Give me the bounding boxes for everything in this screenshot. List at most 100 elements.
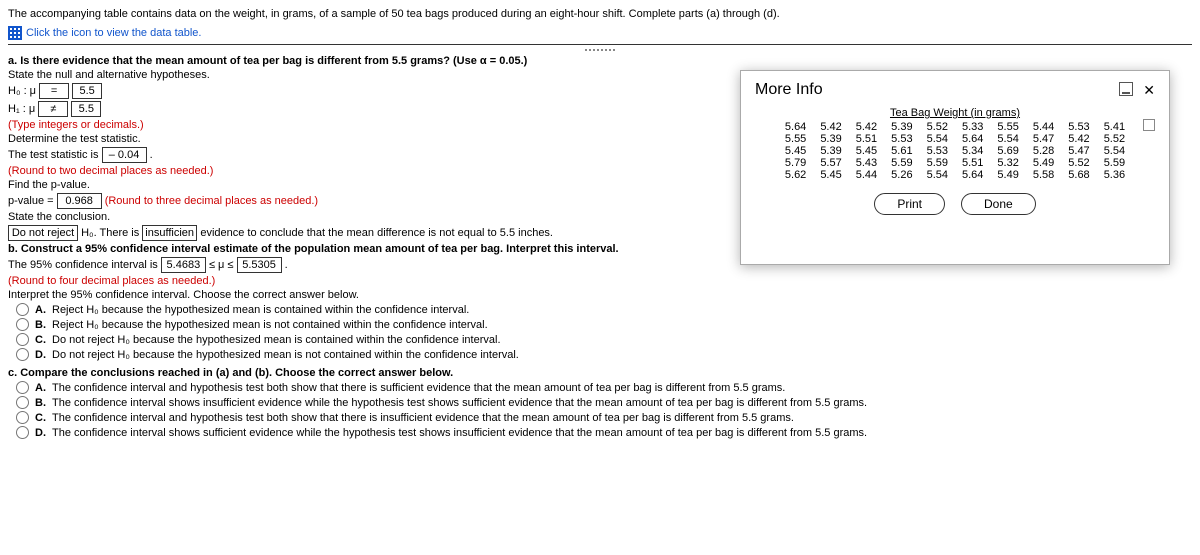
opt-b-B[interactable]: B. Reject H₀ because the hypothesized me… bbox=[16, 318, 1192, 331]
opt-b-D[interactable]: D. Do not reject H₀ because the hypothes… bbox=[16, 348, 1192, 361]
data-cell: 5.45 bbox=[785, 145, 806, 157]
data-cell: 5.58 bbox=[1033, 169, 1054, 181]
opt-c-D[interactable]: D. The confidence interval shows suffici… bbox=[16, 426, 1192, 439]
data-grid: Tea Bag Weight (in grams) 5.645.425.425.… bbox=[755, 107, 1155, 181]
data-cell: 5.45 bbox=[856, 145, 877, 157]
data-cell: 5.43 bbox=[856, 157, 877, 169]
opt-c-C-text: The confidence interval and hypothesis t… bbox=[52, 412, 794, 424]
opt-c-B[interactable]: B. The confidence interval shows insuffi… bbox=[16, 396, 1192, 409]
data-cell: 5.55 bbox=[785, 133, 806, 145]
radio-c-C[interactable] bbox=[16, 411, 29, 424]
data-cell: 5.68 bbox=[1068, 169, 1089, 181]
divider bbox=[8, 44, 1192, 45]
modal-title: More Info bbox=[755, 81, 823, 99]
h0-val-input[interactable] bbox=[72, 83, 102, 99]
opt-c-A-text: The confidence interval and hypothesis t… bbox=[52, 382, 785, 394]
data-cell: 5.53 bbox=[927, 145, 948, 157]
test-stat-input[interactable] bbox=[102, 147, 147, 163]
conc-tail: evidence to conclude that the mean diffe… bbox=[200, 227, 553, 239]
data-cell: 5.54 bbox=[927, 133, 948, 145]
data-cell: 5.55 bbox=[997, 121, 1018, 133]
data-cell: 5.79 bbox=[785, 157, 806, 169]
data-cell: 5.53 bbox=[891, 133, 912, 145]
radio-b-A[interactable] bbox=[16, 303, 29, 316]
data-cell: 5.47 bbox=[1068, 145, 1089, 157]
radio-c-B[interactable] bbox=[16, 396, 29, 409]
p-round-hint: (Round to three decimal places as needed… bbox=[105, 195, 318, 207]
data-row: 5.795.575.435.595.595.515.325.495.525.59 bbox=[755, 157, 1155, 169]
h0-prefix: H₀ : μ bbox=[8, 85, 36, 97]
print-button[interactable]: Print bbox=[874, 193, 945, 215]
part-a-question: a. Is there evidence that the mean amoun… bbox=[8, 55, 1192, 67]
h1-prefix: H₁ : μ bbox=[8, 103, 35, 115]
data-cell: 5.41 bbox=[1104, 121, 1125, 133]
stat-pre: The test statistic is bbox=[8, 149, 98, 161]
h1-val-input[interactable] bbox=[71, 101, 101, 117]
h1-op-input[interactable] bbox=[38, 101, 68, 117]
data-cell: 5.49 bbox=[1033, 157, 1054, 169]
opt-b-D-text: Do not reject H₀ because the hypothesize… bbox=[52, 349, 519, 361]
data-cell: 5.44 bbox=[1033, 121, 1054, 133]
data-cell: 5.62 bbox=[785, 169, 806, 181]
data-cell: 5.39 bbox=[820, 133, 841, 145]
conc-suff-input[interactable] bbox=[142, 225, 197, 241]
data-row: 5.555.395.515.535.545.645.545.475.425.52 bbox=[755, 133, 1155, 145]
data-cell: 5.64 bbox=[962, 169, 983, 181]
data-cell: 5.52 bbox=[927, 121, 948, 133]
ci-mid: ≤ μ ≤ bbox=[209, 259, 234, 271]
h0-op-input[interactable] bbox=[39, 83, 69, 99]
data-cell: 5.36 bbox=[1104, 169, 1125, 181]
data-cell: 5.39 bbox=[820, 145, 841, 157]
copy-icon[interactable] bbox=[1143, 119, 1155, 131]
data-cell: 5.59 bbox=[891, 157, 912, 169]
data-cell: 5.54 bbox=[997, 133, 1018, 145]
close-icon[interactable]: ✕ bbox=[1143, 82, 1155, 99]
opt-c-A[interactable]: A. The confidence interval and hypothesi… bbox=[16, 381, 1192, 394]
data-cell: 5.64 bbox=[785, 121, 806, 133]
intro-text: The accompanying table contains data on … bbox=[8, 8, 1192, 20]
data-cell: 5.39 bbox=[891, 121, 912, 133]
conc-mid: H₀. There is bbox=[81, 227, 142, 239]
opt-c-B-text: The confidence interval shows insufficie… bbox=[52, 397, 867, 409]
p-value-input[interactable] bbox=[57, 193, 102, 209]
stat-post: . bbox=[150, 149, 153, 161]
radio-c-D[interactable] bbox=[16, 426, 29, 439]
data-table-link[interactable]: Click the icon to view the data table. bbox=[8, 26, 1192, 40]
opt-b-A[interactable]: A. Reject H₀ because the hypothesized me… bbox=[16, 303, 1192, 316]
dotted-divider bbox=[585, 49, 615, 51]
opt-c-D-text: The confidence interval shows sufficient… bbox=[52, 427, 867, 439]
data-cell: 5.53 bbox=[1068, 121, 1089, 133]
opt-b-A-text: Reject H₀ because the hypothesized mean … bbox=[52, 304, 469, 316]
data-cell: 5.54 bbox=[927, 169, 948, 181]
data-cell: 5.51 bbox=[962, 157, 983, 169]
data-cell: 5.54 bbox=[1104, 145, 1125, 157]
conc-reject-input[interactable] bbox=[8, 225, 78, 241]
done-button[interactable]: Done bbox=[961, 193, 1036, 215]
radio-b-D[interactable] bbox=[16, 348, 29, 361]
radio-c-A[interactable] bbox=[16, 381, 29, 394]
data-cell: 5.49 bbox=[997, 169, 1018, 181]
data-row: 5.645.425.425.395.525.335.555.445.535.41 bbox=[755, 121, 1155, 133]
data-cell: 5.52 bbox=[1104, 133, 1125, 145]
data-row: 5.625.455.445.265.545.645.495.585.685.36 bbox=[755, 169, 1155, 181]
data-row: 5.455.395.455.615.535.345.695.285.475.54 bbox=[755, 145, 1155, 157]
link-text: Click the icon to view the data table. bbox=[26, 27, 201, 39]
radio-b-B[interactable] bbox=[16, 318, 29, 331]
p-pre: p-value = bbox=[8, 195, 54, 207]
ci-round-hint: (Round to four decimal places as needed.… bbox=[8, 275, 1192, 287]
data-cell: 5.34 bbox=[962, 145, 983, 157]
radio-b-C[interactable] bbox=[16, 333, 29, 346]
more-info-modal: More Info ✕ Tea Bag Weight (in grams) 5.… bbox=[740, 70, 1170, 265]
data-cell: 5.33 bbox=[962, 121, 983, 133]
data-grid-header: Tea Bag Weight (in grams) bbox=[755, 107, 1155, 119]
table-icon bbox=[8, 26, 22, 40]
opt-b-C[interactable]: C. Do not reject H₀ because the hypothes… bbox=[16, 333, 1192, 346]
data-cell: 5.42 bbox=[856, 121, 877, 133]
opt-c-C[interactable]: C. The confidence interval and hypothesi… bbox=[16, 411, 1192, 424]
minimize-icon[interactable] bbox=[1119, 82, 1133, 96]
part-c-question: c. Compare the conclusions reached in (a… bbox=[8, 367, 1192, 379]
ci-lo-input[interactable] bbox=[161, 257, 206, 273]
opt-b-C-text: Do not reject H₀ because the hypothesize… bbox=[52, 334, 501, 346]
ci-hi-input[interactable] bbox=[237, 257, 282, 273]
data-cell: 5.32 bbox=[997, 157, 1018, 169]
